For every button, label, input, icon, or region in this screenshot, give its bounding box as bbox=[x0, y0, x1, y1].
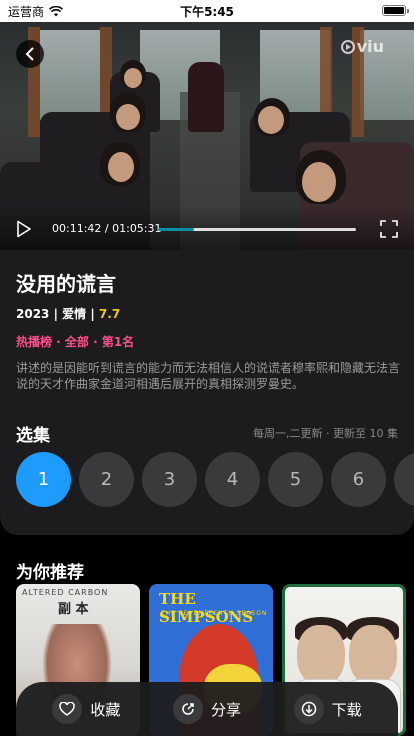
download-icon bbox=[293, 694, 324, 724]
play-icon[interactable] bbox=[16, 220, 32, 238]
episodes-update-info: 每周一,二更新 · 更新至 10 集 bbox=[253, 427, 398, 440]
episode-button-partial[interactable] bbox=[394, 452, 414, 507]
episode-button[interactable]: 2 bbox=[79, 452, 134, 507]
poster-top-text: ALTERED CARBON bbox=[22, 588, 109, 597]
show-genre: 爱情 bbox=[62, 307, 87, 321]
fullscreen-icon[interactable] bbox=[380, 220, 398, 238]
download-button[interactable]: 下载 bbox=[293, 694, 362, 724]
show-info-card: 没用的谎言 2023 | 爱情 | 7.7 热播榜 · 全部 · 第1名 讲述的… bbox=[0, 250, 414, 535]
progress-fill bbox=[158, 228, 194, 231]
episodes-heading: 选集 bbox=[16, 426, 50, 446]
duration: 01:05:31 bbox=[112, 222, 162, 235]
heart-icon bbox=[52, 694, 83, 724]
ranking-badge[interactable]: 热播榜 · 全部 · 第1名 bbox=[16, 333, 134, 350]
player-controls: 00:11:42 / 01:05:31 bbox=[0, 206, 414, 250]
share-label: 分享 bbox=[210, 700, 241, 719]
favorite-button[interactable]: 收藏 bbox=[52, 694, 120, 724]
show-meta: 2023 | 爱情 | 7.7 bbox=[16, 305, 120, 322]
share-button[interactable]: 分享 bbox=[172, 694, 241, 724]
episode-button[interactable]: 6 bbox=[331, 452, 386, 507]
meta-separator: | bbox=[90, 307, 99, 321]
status-time: 下午5:45 bbox=[180, 5, 234, 19]
show-score: 7.7 bbox=[98, 307, 121, 321]
poster-logo: THE SIMPSONS bbox=[159, 590, 254, 626]
current-time: 00:11:42 bbox=[52, 222, 102, 235]
chevron-left-icon bbox=[25, 47, 34, 61]
poster-title: 副 本 bbox=[58, 602, 89, 617]
brand-watermark: viu bbox=[340, 37, 384, 56]
favorite-label: 收藏 bbox=[90, 700, 121, 719]
episode-button[interactable]: 1 bbox=[16, 452, 71, 507]
timecode: 00:11:42 / 01:05:31 bbox=[52, 222, 162, 235]
recommendations-heading: 为你推荐 bbox=[16, 563, 84, 583]
episode-list[interactable]: 123456 bbox=[16, 452, 414, 508]
poster-figure bbox=[297, 625, 345, 685]
brand-label: viu bbox=[356, 37, 384, 56]
meta-separator: | bbox=[53, 307, 63, 321]
video-player[interactable]: viu 00:11:42 / 01:05:31 bbox=[0, 22, 414, 250]
poster-subtitle: THE SEVENTEENTH SEASON bbox=[161, 610, 268, 617]
viu-logo-icon bbox=[340, 39, 355, 54]
episode-button[interactable]: 5 bbox=[268, 452, 323, 507]
episode-button[interactable]: 3 bbox=[142, 452, 197, 507]
episode-button[interactable]: 4 bbox=[205, 452, 260, 507]
download-label: 下载 bbox=[331, 700, 362, 719]
share-icon bbox=[172, 694, 203, 724]
progress-bar[interactable] bbox=[158, 228, 356, 231]
poster-figure bbox=[349, 625, 397, 685]
show-year: 2023 bbox=[16, 307, 50, 321]
back-button[interactable] bbox=[16, 40, 44, 68]
action-bar: 收藏 分享 下载 bbox=[16, 682, 398, 736]
battery-icon bbox=[382, 5, 409, 16]
show-description: 讲述的是因能听到谎言的能力而无法相信人的说谎者穆率熙和隐藏无法言说的天才作曲家金… bbox=[16, 361, 401, 391]
show-title: 没用的谎言 bbox=[16, 272, 116, 296]
status-bar: 运营商 下午5:45 bbox=[0, 0, 414, 22]
